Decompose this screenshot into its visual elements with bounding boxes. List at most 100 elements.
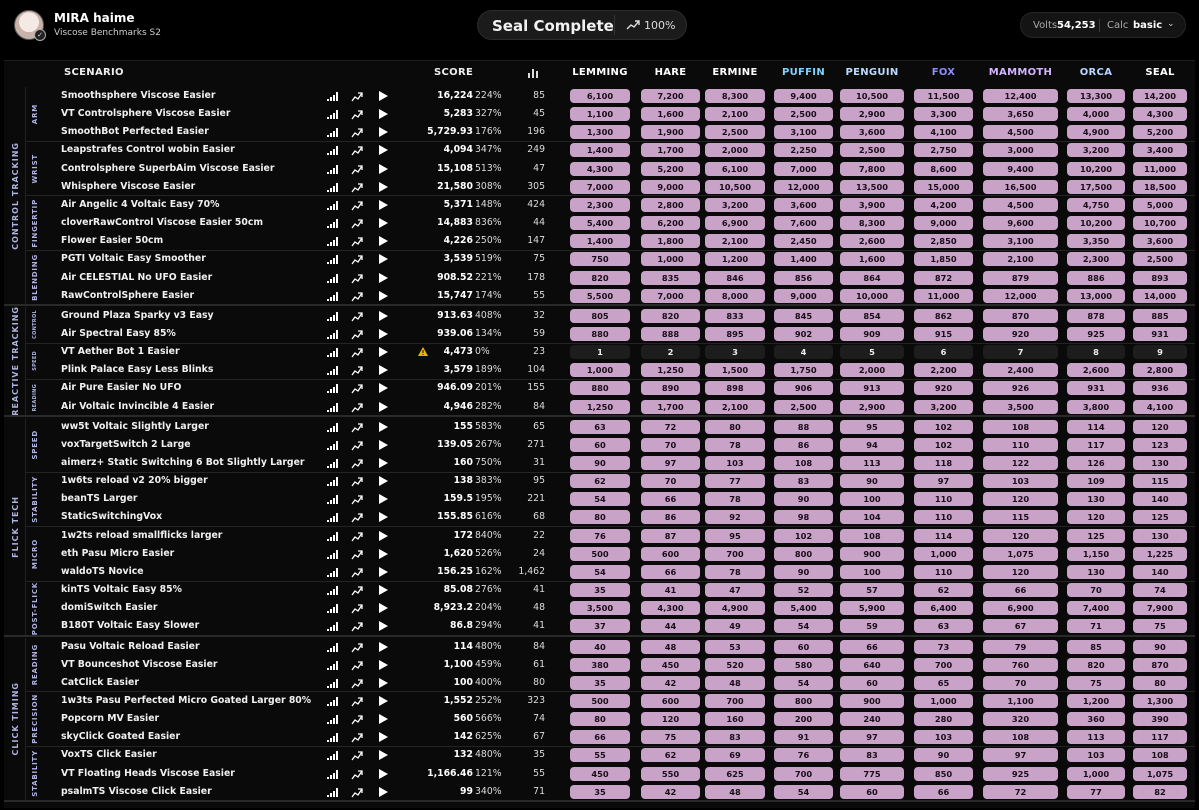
trend-up-icon[interactable]: [351, 440, 363, 451]
leaderboard-bars-icon[interactable]: [327, 459, 338, 468]
scenario-name[interactable]: domiSwitch Easier: [61, 602, 323, 613]
leaderboard-bars-icon[interactable]: [327, 549, 338, 559]
play-icon[interactable]: [379, 290, 388, 301]
leaderboard-bars-icon[interactable]: [327, 237, 338, 247]
scenario-name[interactable]: CatClick Easier: [61, 677, 323, 688]
column-header-scenario[interactable]: SCENARIO: [64, 67, 124, 78]
trend-up-icon[interactable]: [351, 732, 363, 743]
calc-select[interactable]: basic: [1133, 20, 1162, 31]
play-icon[interactable]: [379, 218, 388, 229]
leaderboard-bars-icon[interactable]: [327, 422, 338, 432]
trend-up-icon[interactable]: [351, 182, 363, 193]
column-header-score[interactable]: SCORE: [434, 67, 473, 78]
leaderboard-bars-icon[interactable]: [327, 769, 338, 779]
leaderboard-bars-icon[interactable]: [327, 642, 338, 652]
scenario-name[interactable]: aimerz+ Static Switching 6 Bot Slightly …: [61, 457, 323, 468]
play-icon[interactable]: [379, 512, 388, 523]
play-icon[interactable]: [379, 530, 388, 541]
play-icon[interactable]: [379, 476, 388, 487]
leaderboard-bars-icon[interactable]: [327, 787, 338, 797]
scenario-name[interactable]: VT Aether Bot 1 Easier: [61, 346, 323, 357]
scenario-name[interactable]: 1w6ts reload v2 20% bigger: [61, 475, 323, 486]
trend-up-icon[interactable]: [351, 236, 363, 247]
play-icon[interactable]: [379, 91, 388, 101]
trend-up-icon[interactable]: [351, 91, 363, 102]
scenario-name[interactable]: cloverRawControl Viscose Easier 50cm: [61, 217, 323, 228]
leaderboard-bars-icon[interactable]: [327, 495, 338, 505]
play-icon[interactable]: [379, 254, 388, 265]
scenario-name[interactable]: skyClick Goated Easier: [61, 731, 323, 742]
leaderboard-bars-icon[interactable]: [327, 329, 338, 339]
play-icon[interactable]: [379, 677, 388, 688]
trend-up-icon[interactable]: [351, 109, 363, 120]
leaderboard-bars-icon[interactable]: [327, 291, 338, 301]
play-icon[interactable]: [379, 439, 388, 450]
trend-up-icon[interactable]: [351, 347, 363, 358]
play-icon[interactable]: [379, 548, 388, 559]
trend-up-icon[interactable]: [351, 365, 363, 376]
leaderboard-bars-icon[interactable]: [327, 402, 338, 412]
leaderboard-bars-icon[interactable]: [327, 678, 338, 688]
scenario-name[interactable]: B180T Voltaic Easy Slower: [61, 620, 323, 631]
play-icon[interactable]: [379, 714, 388, 725]
play-icon[interactable]: [379, 659, 388, 670]
trend-up-icon[interactable]: [351, 696, 363, 707]
trend-up-icon[interactable]: [351, 329, 363, 340]
play-icon[interactable]: [379, 383, 388, 394]
play-icon[interactable]: [379, 199, 388, 210]
play-icon[interactable]: [379, 163, 388, 174]
trend-up-icon[interactable]: [351, 311, 363, 322]
scenario-name[interactable]: Pasu Voltaic Reload Easier: [61, 641, 323, 652]
scenario-name[interactable]: VoxTS Click Easier: [61, 749, 323, 760]
scenario-name[interactable]: kinTS Voltaic Easy 85%: [61, 584, 323, 595]
scenario-name[interactable]: beanTS Larger: [61, 493, 323, 504]
trend-up-icon[interactable]: [351, 585, 363, 596]
scenario-name[interactable]: StaticSwitchingVox: [61, 511, 323, 522]
scenario-name[interactable]: eth Pasu Micro Easier: [61, 548, 323, 559]
play-icon[interactable]: [379, 641, 388, 652]
leaderboard-bars-icon[interactable]: [327, 586, 338, 596]
scenario-name[interactable]: Air Voltaic Invincible 4 Easier: [61, 401, 323, 412]
play-icon[interactable]: [379, 621, 388, 632]
leaderboard-bars-icon[interactable]: [327, 440, 338, 450]
leaderboard-bars-icon[interactable]: [327, 146, 338, 156]
leaderboard-bars-icon[interactable]: [327, 733, 338, 743]
scenario-name[interactable]: Ground Plaza Sparky v3 Easy: [61, 310, 323, 321]
leaderboard-bars-icon[interactable]: [327, 110, 338, 120]
chevron-down-icon[interactable]: ⌄: [1167, 19, 1175, 29]
scenario-name[interactable]: 1w3ts Pasu Perfected Micro Goated Larger…: [61, 695, 323, 706]
leaderboard-bars-icon[interactable]: [327, 182, 338, 192]
leaderboard-bars-icon[interactable]: [327, 751, 338, 761]
trend-up-icon[interactable]: [351, 402, 363, 413]
scenario-name[interactable]: Air Pure Easier No UFO: [61, 382, 323, 393]
trend-up-icon[interactable]: [351, 200, 363, 211]
trend-up-icon[interactable]: [351, 273, 363, 284]
trend-up-icon[interactable]: [351, 769, 363, 780]
trend-up-icon[interactable]: [351, 145, 363, 156]
scenario-name[interactable]: voxTargetSwitch 2 Large: [61, 439, 323, 450]
scenario-name[interactable]: Controlsphere SuperbAim Viscose Easier: [61, 163, 323, 174]
trend-up-icon[interactable]: [351, 660, 363, 671]
play-icon[interactable]: [379, 272, 388, 283]
play-icon[interactable]: [379, 494, 388, 505]
scenario-name[interactable]: Air Spectral Easy 85%: [61, 328, 323, 339]
trend-up-icon[interactable]: [351, 512, 363, 523]
play-icon[interactable]: [379, 458, 388, 468]
play-icon[interactable]: [379, 421, 388, 432]
scenario-name[interactable]: Popcorn MV Easier: [61, 713, 323, 724]
leaderboard-bars-icon[interactable]: [327, 273, 338, 283]
scenario-name[interactable]: Plink Palace Easy Less Blinks: [61, 364, 323, 375]
trend-up-icon[interactable]: [351, 218, 363, 229]
play-icon[interactable]: [379, 236, 388, 247]
leaderboard-bars-icon[interactable]: [327, 696, 338, 706]
leaderboard-bars-icon[interactable]: [327, 384, 338, 394]
scenario-name[interactable]: Air CELESTIAL No UFO Easier: [61, 272, 323, 283]
scenario-name[interactable]: Leapstrafes Control wobin Easier: [61, 144, 323, 155]
scenario-name[interactable]: waldoTS Novice: [61, 566, 323, 577]
leaderboard-bars-icon[interactable]: [327, 660, 338, 670]
trend-up-icon[interactable]: [351, 531, 363, 542]
trend-up-icon[interactable]: [351, 458, 363, 469]
leaderboard-bars-icon[interactable]: [327, 255, 338, 265]
trend-up-icon[interactable]: [351, 494, 363, 505]
play-icon[interactable]: [379, 181, 388, 192]
